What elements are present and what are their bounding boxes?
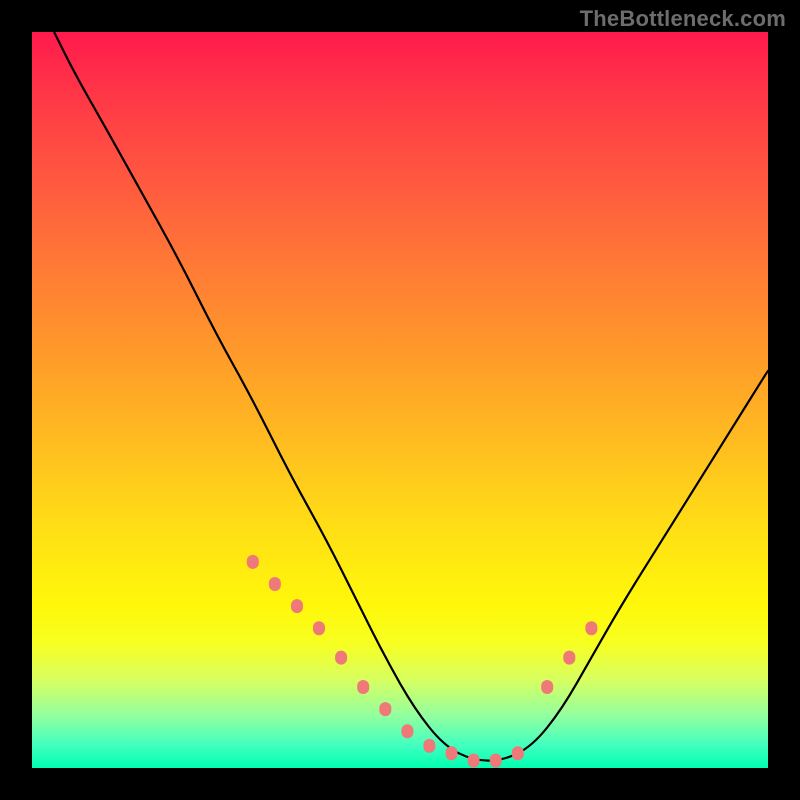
highlight-dot: [401, 724, 413, 738]
highlight-dot: [313, 621, 325, 635]
highlight-dot: [563, 651, 575, 665]
highlight-dot: [335, 651, 347, 665]
highlight-dot: [423, 739, 435, 753]
highlight-dot: [512, 746, 524, 760]
bottleneck-curve: [54, 32, 768, 761]
plot-area: [32, 32, 768, 768]
highlight-dot: [585, 621, 597, 635]
chart-svg: [32, 32, 768, 768]
highlight-dot: [490, 754, 502, 768]
highlight-dot: [468, 754, 480, 768]
highlight-dot: [379, 702, 391, 716]
highlight-dot: [269, 577, 281, 591]
curve-path: [54, 32, 768, 761]
highlight-right: [541, 621, 597, 694]
highlight-dot: [247, 555, 259, 569]
highlight-dot: [357, 680, 369, 694]
highlight-dot: [446, 746, 458, 760]
highlight-dot: [291, 599, 303, 613]
highlight-left: [247, 555, 524, 768]
watermark-text: TheBottleneck.com: [580, 6, 786, 32]
chart-frame: TheBottleneck.com: [0, 0, 800, 800]
highlight-dot: [541, 680, 553, 694]
